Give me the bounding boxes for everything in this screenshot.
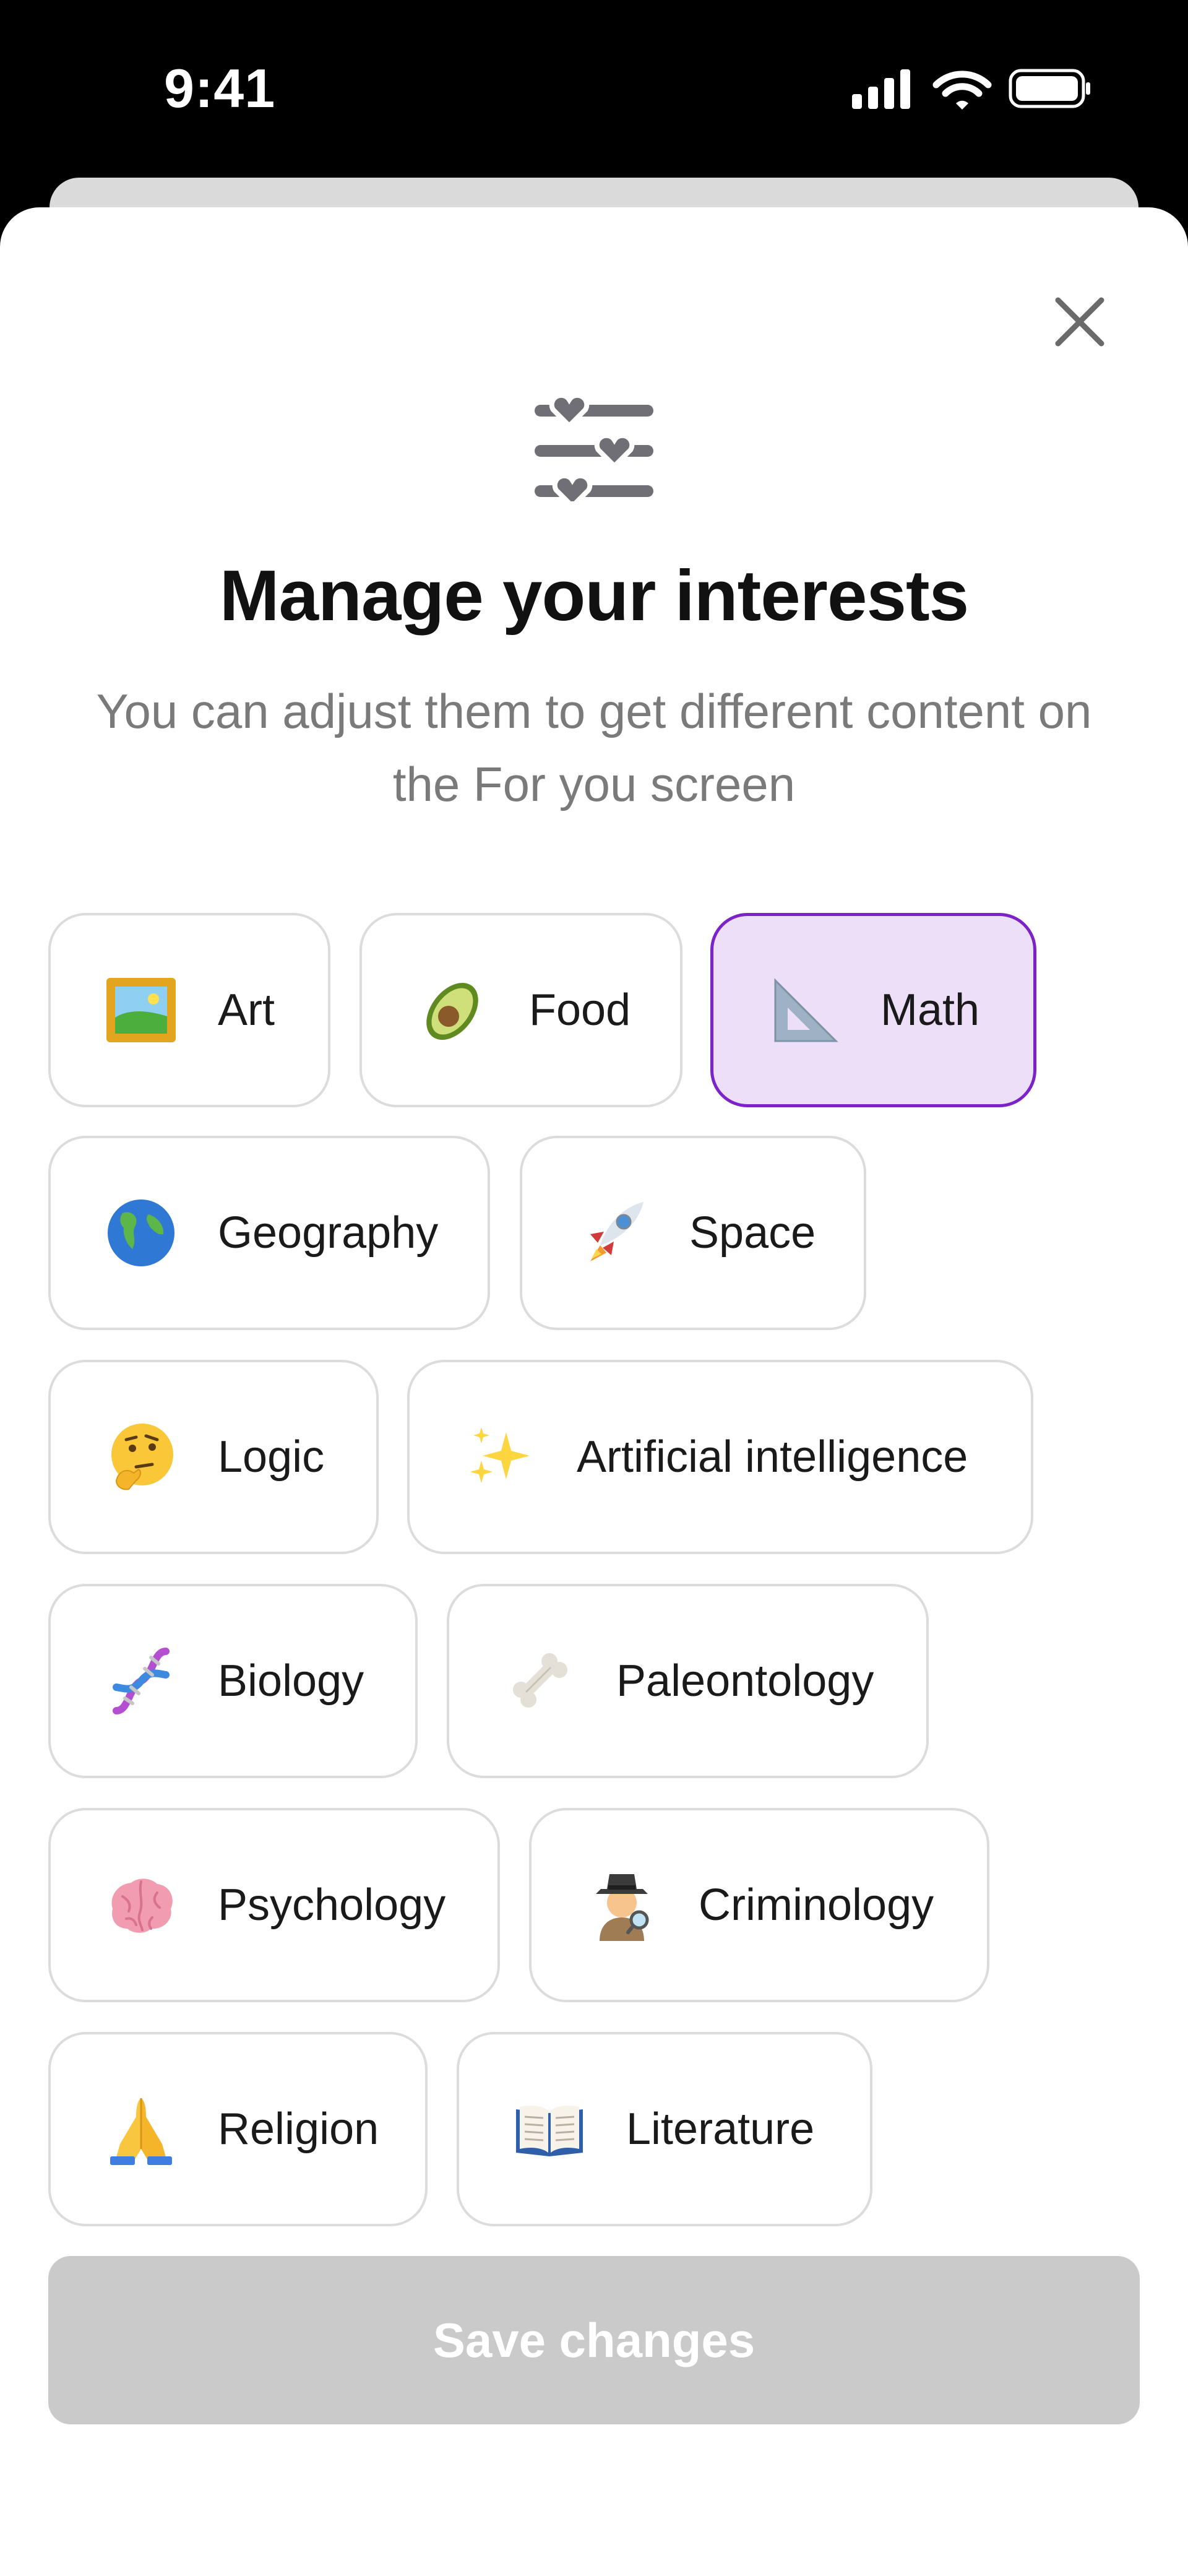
status-time: 9:41 — [164, 58, 276, 119]
interest-chip-logic[interactable]: Logic — [48, 1360, 379, 1554]
interest-chip-math[interactable]: Math — [710, 913, 1036, 1107]
save-changes-button[interactable]: Save changes — [48, 2256, 1140, 2424]
chip-label: Paleontology — [616, 1656, 874, 1706]
rocket-icon — [573, 1193, 652, 1273]
status-icons — [852, 69, 1090, 110]
close-button[interactable] — [1046, 288, 1114, 356]
chip-label: Religion — [218, 2104, 379, 2154]
interests-sliders-icon — [535, 396, 653, 501]
interest-chip-psychology[interactable]: Psychology — [48, 1808, 500, 2002]
chip-label: Geography — [218, 1208, 439, 1258]
chip-label: Biology — [218, 1656, 364, 1706]
chip-label: Literature — [626, 2104, 815, 2154]
interest-chip-geography[interactable]: Geography — [48, 1136, 490, 1330]
interest-chip-food[interactable]: Food — [359, 913, 682, 1107]
close-icon — [1055, 297, 1104, 347]
chip-label: Art — [218, 985, 275, 1035]
status-bar: 9:41 — [0, 0, 1188, 179]
chip-label: Criminology — [699, 1880, 934, 1930]
dna-icon — [101, 1641, 181, 1721]
open-book-icon — [510, 2090, 589, 2169]
interest-chip-religion[interactable]: Religion — [48, 2032, 428, 2226]
avocado-icon — [413, 970, 492, 1050]
bone-icon — [500, 1641, 579, 1721]
page-title: Manage your interests — [219, 555, 969, 636]
interest-chip-artificial-intelligence[interactable]: Artificial intelligence — [407, 1360, 1033, 1554]
folded-hands-icon — [101, 2090, 181, 2169]
page-subtitle: You can adjust them to get different con… — [96, 684, 1092, 811]
triangular-ruler-icon — [764, 970, 843, 1050]
interest-chip-criminology[interactable]: Criminology — [529, 1808, 989, 2002]
thinking-face-icon — [101, 1417, 181, 1497]
wifi-icon — [932, 71, 992, 110]
save-changes-label: Save changes — [433, 2312, 755, 2367]
globe-icon — [101, 1193, 181, 1273]
battery-icon — [1009, 69, 1090, 108]
chip-label: Math — [880, 985, 980, 1035]
framed-picture-icon — [101, 970, 181, 1050]
chip-label: Food — [529, 985, 631, 1035]
interest-chip-literature[interactable]: Literature — [457, 2032, 872, 2226]
brain-icon — [101, 1865, 181, 1945]
chip-label: Space — [689, 1208, 816, 1258]
interest-chip-space[interactable]: Space — [520, 1136, 866, 1330]
chip-label: Artificial intelligence — [577, 1432, 968, 1482]
interest-chip-biology[interactable]: Biology — [48, 1584, 418, 1778]
interest-chip-paleontology[interactable]: Paleontology — [447, 1584, 929, 1778]
cellular-signal-icon — [852, 69, 910, 109]
sparkles-icon — [460, 1417, 540, 1497]
interest-chip-art[interactable]: Art — [48, 913, 330, 1107]
chip-label: Psychology — [218, 1880, 446, 1930]
detective-icon — [582, 1865, 661, 1945]
chip-label: Logic — [218, 1432, 325, 1482]
